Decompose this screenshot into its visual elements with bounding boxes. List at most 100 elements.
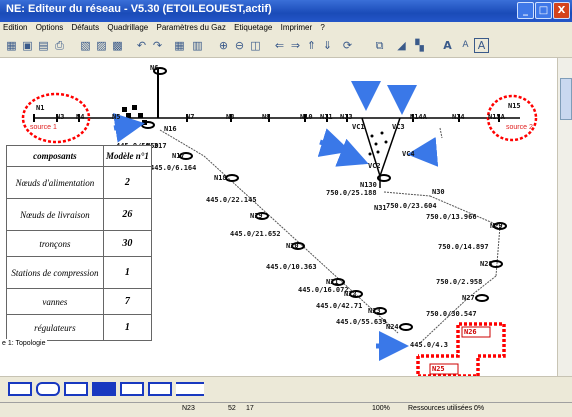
node-icon[interactable]: ⧉ <box>372 38 387 53</box>
table-cell-label: vannes <box>6 288 104 315</box>
menu-help[interactable]: ? <box>317 22 327 33</box>
window-controls: _ □ X <box>517 2 570 19</box>
font-smaller-icon[interactable]: A <box>458 38 473 53</box>
pipe-label-11: 750.0/23.604 <box>386 202 437 210</box>
node-label-n16: N16 <box>164 125 177 133</box>
arrow-vc4 <box>407 136 439 167</box>
node-label-n20: N20 <box>286 242 299 250</box>
pipe-label-6: 445.0/16.072 <box>298 286 349 294</box>
delivery-tool-icon[interactable] <box>148 382 172 396</box>
node-label-n18: N18 <box>214 174 227 182</box>
node-label-n4: N4 <box>76 113 85 121</box>
arrow-up-icon[interactable]: ⇑ <box>304 38 319 53</box>
table-row: Nœuds de livraison 26 <box>6 198 153 231</box>
node-label-n10: N10 <box>300 113 313 121</box>
figure-caption: e 1: Topologie <box>0 339 48 348</box>
zoom-fit-icon[interactable]: ◫ <box>248 38 263 53</box>
arrow-vc2b <box>335 138 369 167</box>
valve-tool-icon[interactable] <box>8 382 32 396</box>
arrow-right-icon[interactable]: ⇒ <box>288 38 303 53</box>
menu-parametres-gaz[interactable]: Paramètres du Gaz <box>153 22 228 33</box>
regulator-tool-icon[interactable] <box>64 382 88 396</box>
node-label-n31: N31 <box>374 204 387 212</box>
node-label-vc4: VC4 <box>402 150 415 158</box>
table-row: Stations de compression 1 <box>6 256 153 289</box>
source-tool-icon[interactable] <box>120 382 144 396</box>
maximize-button[interactable]: □ <box>535 2 552 19</box>
pipe-label-7: 445.0/42.71 <box>316 302 363 310</box>
node-label-n30: N30 <box>432 188 445 196</box>
table-cell-label: régulateurs <box>6 314 104 341</box>
zoom-in-icon[interactable]: ⊕ <box>216 38 231 53</box>
pipe-n28 <box>495 225 501 277</box>
arrow-left-icon[interactable]: ⇐ <box>272 38 287 53</box>
node-label-n25: N25 <box>432 365 445 373</box>
undo-icon[interactable]: ↶ <box>134 38 149 53</box>
node-tool-icon[interactable] <box>92 382 116 396</box>
menu-imprimer[interactable]: Imprimer <box>278 22 316 33</box>
node-label-n7: N7 <box>186 113 195 121</box>
cut-icon[interactable]: ▧ <box>78 38 93 53</box>
pipe-n30 <box>383 191 431 197</box>
table-row: vannes 7 <box>6 288 153 315</box>
node-label-n11: N11 <box>320 113 333 121</box>
table-cell-value: 7 <box>102 288 153 315</box>
menu-bar: Edition Options Défauts Quadrillage Para… <box>0 22 572 35</box>
network-canvas[interactable]: N6 N1 N3 N4 N5 N7 N8 N9 N10 N11 N13 N14A… <box>0 58 558 376</box>
scroll-thumb[interactable] <box>560 78 572 120</box>
menu-defauts[interactable]: Défauts <box>69 22 103 33</box>
menu-quadrillage[interactable]: Quadrillage <box>104 22 151 33</box>
node-label-n8: N8 <box>226 113 235 121</box>
table-cell-value: 30 <box>102 230 153 257</box>
redo-icon[interactable]: ↷ <box>150 38 165 53</box>
menu-edition[interactable]: Edition <box>0 22 30 33</box>
status-node: N23 <box>182 405 195 412</box>
status-y: 17 <box>246 405 254 412</box>
close-button[interactable]: X <box>553 2 570 19</box>
refresh-icon[interactable]: ⟳ <box>340 38 355 53</box>
chart-icon[interactable]: ◢ <box>394 38 409 53</box>
node-label-vc2: VC2 <box>368 162 381 170</box>
menu-etiquetage[interactable]: Etiquetage <box>231 22 275 33</box>
paste-icon[interactable]: ▨ <box>94 38 109 53</box>
node-n18 <box>225 174 239 182</box>
table-icon[interactable]: ▦ <box>172 38 187 53</box>
toolbar: ▦ ▣ ▤ ⎙ ▧ ▨ ▩ ↶ ↷ ▦ ▥ ⊕ ⊖ ◫ ⇐ ⇒ ⇑ ⇓ ⟳ ⧉ … <box>0 35 572 58</box>
status-x: 52 <box>228 405 236 412</box>
table-header-model: Modèle n°1 <box>102 145 153 167</box>
table-row: régulateurs 1 <box>6 314 153 341</box>
pipe-label-13: 750.0/14.897 <box>438 243 489 251</box>
print-icon[interactable]: ⎙ <box>52 38 67 53</box>
grid-icon[interactable]: ▦ <box>4 38 19 53</box>
minimize-button[interactable]: _ <box>517 2 534 19</box>
table-cell-label: tronçons <box>6 230 104 257</box>
grid-view-icon[interactable]: ▥ <box>190 38 205 53</box>
copy-icon[interactable]: ▤ <box>36 38 51 53</box>
source-1-label: source 1 <box>30 124 57 131</box>
node-label-n29: N29 <box>490 222 503 230</box>
font-bigger-icon[interactable]: A <box>440 38 455 53</box>
pipe-label-3: 445.0/22.145 <box>206 196 257 204</box>
delete-icon[interactable]: ▩ <box>110 38 125 53</box>
arrow-valves <box>113 112 145 143</box>
layout-icon[interactable]: ▚ <box>412 38 427 53</box>
pipe-label-14: 750.0/2.958 <box>436 278 483 286</box>
text-box-icon[interactable]: A <box>474 38 489 53</box>
pipe-label-4: 445.0/21.652 <box>230 230 281 238</box>
zoom-out-icon[interactable]: ⊖ <box>232 38 247 53</box>
node-label-n15a: N15A <box>488 113 505 121</box>
table-header-row: composants Modèle n°1 <box>6 145 153 167</box>
pipe-label-2: 445.0/6.164 <box>150 164 197 172</box>
compressor-tool-icon[interactable] <box>36 382 60 396</box>
status-resources-value: 0% <box>474 405 485 412</box>
window-title: NE: Editeur du réseau - V5.30 (ETOILEOUE… <box>6 3 272 15</box>
node-label-vc1: VC1 <box>352 123 365 131</box>
menu-options[interactable]: Options <box>33 22 67 33</box>
pipe-tool-icon[interactable] <box>176 382 204 396</box>
node-label-n27: N27 <box>462 294 475 302</box>
table-row: Nœuds d'alimentation 2 <box>6 166 153 199</box>
arrow-down-icon[interactable]: ⇓ <box>320 38 335 53</box>
node-label-vc3: VC3 <box>392 123 405 131</box>
vertical-scrollbar[interactable] <box>557 58 572 376</box>
save-icon[interactable]: ▣ <box>20 38 35 53</box>
